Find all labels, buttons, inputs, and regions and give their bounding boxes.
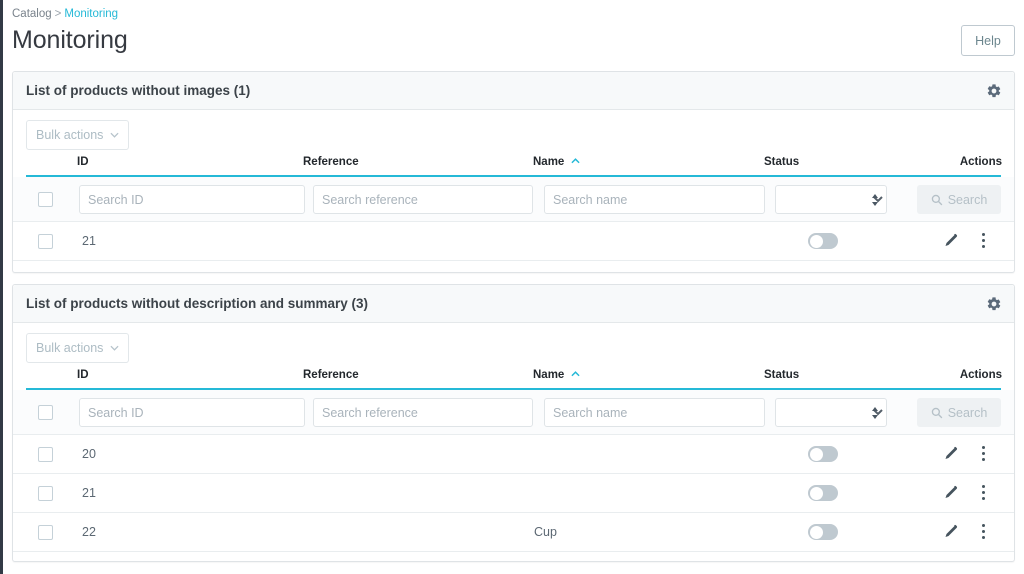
cell-name: Cup xyxy=(534,525,557,539)
row-checkbox[interactable] xyxy=(38,234,53,249)
panel-header: List of products without description and… xyxy=(13,285,1014,323)
status-filter-wrap: Search xyxy=(13,185,1014,214)
bulk-actions-dropdown[interactable]: Bulk actions xyxy=(26,120,129,150)
cell-id: 21 xyxy=(82,486,96,500)
gear-icon[interactable] xyxy=(986,83,1002,99)
search-icon xyxy=(931,194,943,206)
more-vertical-icon[interactable] xyxy=(982,485,986,501)
panel-title: List of products without images (1) xyxy=(26,83,251,98)
edit-icon[interactable] xyxy=(942,233,958,249)
row-checkbox[interactable] xyxy=(38,486,53,501)
column-header-status[interactable]: Status xyxy=(764,156,799,168)
page-header: Catalog > Monitoring Monitoring Help xyxy=(3,0,1024,66)
filter-row: Search xyxy=(13,390,1014,435)
status-filter-select[interactable] xyxy=(775,185,887,214)
toggle-knob xyxy=(809,486,823,500)
edit-icon[interactable] xyxy=(942,485,958,501)
breadcrumb: Catalog > Monitoring xyxy=(12,8,118,20)
chevron-up-icon xyxy=(571,371,580,377)
status-toggle[interactable] xyxy=(808,233,838,249)
panel-header: List of products without images (1) xyxy=(13,72,1014,110)
gear-icon[interactable] xyxy=(986,296,1002,312)
page-title: Monitoring xyxy=(12,26,128,54)
cell-id: 21 xyxy=(82,234,96,248)
toggle-knob xyxy=(809,447,823,461)
search-submit-label: Search xyxy=(947,405,988,420)
more-vertical-icon[interactable] xyxy=(982,446,986,462)
column-header-status[interactable]: Status xyxy=(764,369,799,381)
column-header-id[interactable]: ID xyxy=(77,156,89,168)
help-button[interactable]: Help xyxy=(961,25,1015,56)
sidebar-edge xyxy=(0,0,3,574)
table-row[interactable]: 22 Cup xyxy=(13,513,1014,552)
bulk-actions-label: Bulk actions xyxy=(36,128,104,142)
row-checkbox[interactable] xyxy=(38,447,53,462)
filter-row: Search xyxy=(13,177,1014,222)
column-header-id[interactable]: ID xyxy=(77,369,89,381)
chevron-up-icon xyxy=(571,158,580,164)
panel-products-without-images: List of products without images (1) Bulk… xyxy=(12,71,1015,273)
column-header-name-label: Name xyxy=(533,369,565,381)
status-toggle[interactable] xyxy=(808,524,838,540)
column-header-name-label: Name xyxy=(533,156,565,168)
row-checkbox[interactable] xyxy=(38,525,53,540)
table-row[interactable]: 21 xyxy=(13,474,1014,513)
status-filter-wrap: Search xyxy=(13,398,1014,427)
breadcrumb-parent[interactable]: Catalog xyxy=(12,8,52,20)
page-container: Catalog > Monitoring Monitoring Help List … xyxy=(3,0,1024,574)
status-toggle[interactable] xyxy=(808,446,838,462)
panel-title: List of products without description and… xyxy=(26,296,369,311)
table-row[interactable]: 20 xyxy=(13,435,1014,474)
edit-icon[interactable] xyxy=(942,524,958,540)
column-header-actions: Actions xyxy=(959,369,1002,381)
toggle-knob xyxy=(809,234,823,248)
cell-id: 20 xyxy=(82,447,96,461)
bulk-actions-dropdown[interactable]: Bulk actions xyxy=(26,333,129,363)
search-icon xyxy=(931,407,943,419)
edit-icon[interactable] xyxy=(942,446,958,462)
chevron-down-icon xyxy=(110,345,119,351)
cell-id: 22 xyxy=(82,525,96,539)
panel-products-without-description-and-summary: List of products without description and… xyxy=(12,284,1015,562)
status-toggle[interactable] xyxy=(808,485,838,501)
bulk-actions-label: Bulk actions xyxy=(36,341,104,355)
more-vertical-icon[interactable] xyxy=(982,524,986,540)
search-submit-label: Search xyxy=(947,192,988,207)
chevron-down-icon xyxy=(110,132,119,138)
table-row[interactable]: 21 xyxy=(13,222,1014,261)
search-submit-button[interactable]: Search xyxy=(917,185,1001,214)
search-submit-button[interactable]: Search xyxy=(917,398,1001,427)
column-header-reference[interactable]: Reference xyxy=(303,156,359,168)
more-vertical-icon[interactable] xyxy=(982,233,986,249)
column-header-actions: Actions xyxy=(959,156,1002,168)
column-header-reference[interactable]: Reference xyxy=(303,369,359,381)
breadcrumb-separator: > xyxy=(54,8,62,20)
column-header-name[interactable]: Name xyxy=(533,156,580,168)
breadcrumb-current[interactable]: Monitoring xyxy=(64,8,118,20)
column-header-name[interactable]: Name xyxy=(533,369,580,381)
toggle-knob xyxy=(809,525,823,539)
status-filter-select[interactable] xyxy=(775,398,887,427)
